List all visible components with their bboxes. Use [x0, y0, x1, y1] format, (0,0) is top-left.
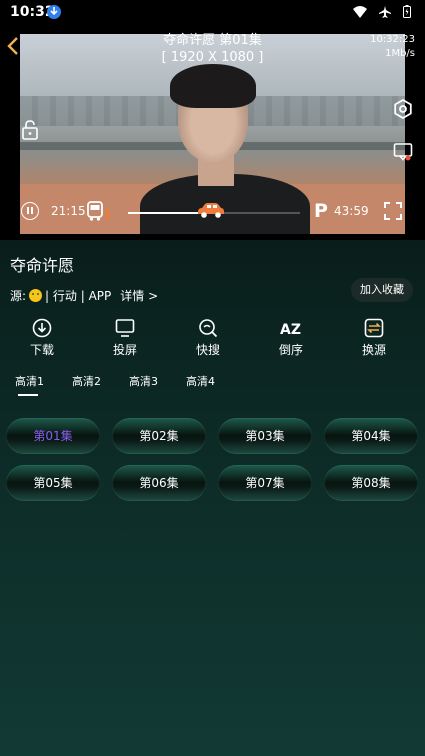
airplane-icon: [379, 5, 391, 18]
player-header: 夺命许愿 第01集 [ 1920 X 1080 ]: [0, 32, 425, 66]
resolution-label: [ 1920 X 1080 ]: [161, 50, 264, 65]
download-label: 下载: [29, 343, 54, 357]
parking-icon: P: [314, 200, 328, 222]
playback-controls: 21:15 P 43:59: [0, 198, 425, 228]
action-row: 下载 投屏 快搜 AZ 倒序 换源: [0, 318, 425, 358]
cast-button[interactable]: 投屏: [95, 318, 155, 358]
battery-icon: [403, 5, 411, 18]
gear-icon[interactable]: [393, 98, 413, 123]
active-tab-indicator: [18, 394, 38, 396]
quick-search-label: 快搜: [195, 343, 220, 357]
episode-button-02[interactable]: 第02集: [112, 418, 206, 454]
current-time: 21:15: [51, 204, 86, 218]
episode-button-04[interactable]: 第04集: [324, 418, 418, 454]
reverse-order-label: 倒序: [278, 343, 303, 357]
source-emoji-icon: [29, 289, 43, 302]
episode-button-06[interactable]: 第06集: [112, 465, 206, 501]
download-badge-icon: [47, 5, 61, 19]
reverse-order-button[interactable]: AZ 倒序: [261, 318, 321, 358]
pause-button[interactable]: [21, 202, 39, 220]
download-button[interactable]: 下载: [12, 318, 72, 358]
download-icon: [32, 318, 52, 338]
add-favorite-button[interactable]: 加入收藏: [351, 278, 413, 302]
source-prefix: 源:: [10, 289, 27, 303]
clock-label: 10:32:23: [370, 34, 415, 45]
speed-label: 1Mb/s: [385, 48, 415, 59]
sort-az-icon: AZ: [280, 322, 301, 338]
switch-source-button[interactable]: 换源: [344, 318, 404, 358]
details-link[interactable]: 详情 >: [120, 287, 158, 304]
car-progress-thumb-icon[interactable]: [196, 201, 226, 223]
episode-button-07[interactable]: 第07集: [218, 465, 312, 501]
total-time: 43:59: [334, 204, 369, 218]
episode-button-03[interactable]: 第03集: [218, 418, 312, 454]
tab-quality-4[interactable]: 高清4: [186, 373, 215, 389]
episode-title: 夺命许愿 第01集: [163, 33, 262, 48]
lock-icon[interactable]: [22, 120, 38, 144]
tab-quality-2[interactable]: 高清2: [72, 373, 101, 389]
episode-button-08[interactable]: 第08集: [324, 465, 418, 501]
video-player[interactable]: 夺命许愿 第01集 [ 1920 X 1080 ] 10:32:23 1Mb/s…: [0, 26, 425, 240]
svg-text:AZ: AZ: [280, 322, 301, 338]
cast-label: 投屏: [112, 343, 137, 357]
source-line: 源: | 行动 | APP 详情 >: [10, 287, 158, 304]
show-title: 夺命许愿: [10, 256, 75, 275]
quick-search-button[interactable]: 快搜: [178, 318, 238, 358]
cast-icon: [115, 319, 135, 337]
status-bar: 10:32: [0, 0, 425, 26]
search-icon: [199, 319, 218, 338]
player-clock-area: 10:32:23 1Mb/s: [370, 33, 415, 61]
wifi-icon: [353, 5, 367, 18]
back-icon[interactable]: [6, 36, 20, 60]
switch-source-icon: [364, 318, 384, 338]
tab-quality-1[interactable]: 高清1: [15, 373, 44, 389]
danmaku-icon[interactable]: [393, 142, 413, 166]
switch-source-label: 换源: [361, 343, 386, 357]
fullscreen-icon[interactable]: [384, 202, 402, 224]
bus-icon: [86, 200, 110, 226]
episode-button-01[interactable]: 第01集: [6, 418, 100, 454]
genre-label: | 行动 | APP: [45, 289, 112, 303]
episode-button-05[interactable]: 第05集: [6, 465, 100, 501]
tab-quality-3[interactable]: 高清3: [129, 373, 158, 389]
